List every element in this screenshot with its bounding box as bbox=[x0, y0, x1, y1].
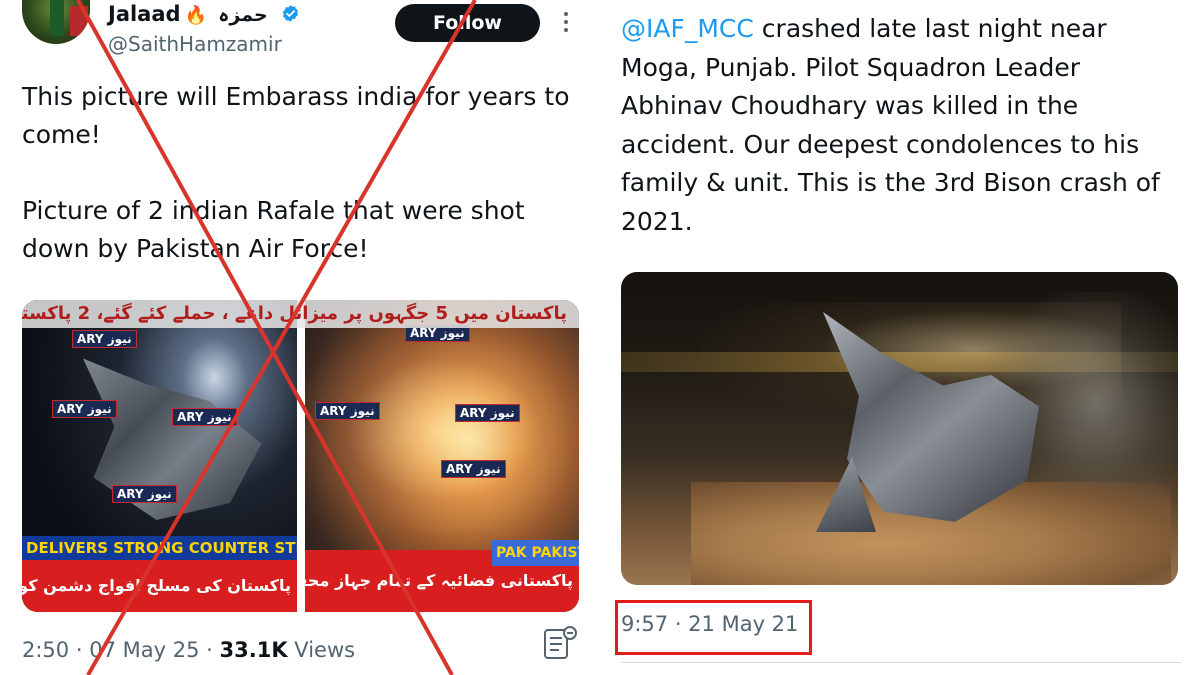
tweet-text: @IAF_MCC crashed late last night near Mo… bbox=[621, 10, 1181, 241]
tweet-paragraph-2: Picture of 2 indian Rafale that were sho… bbox=[22, 196, 525, 263]
channel-logo: ARY نیوز bbox=[112, 485, 177, 503]
tweet-media-crash-photo[interactable] bbox=[621, 272, 1178, 585]
left-tweet-panel: Jalaad 🔥 حمزہ @SaithHamzamir Follow This … bbox=[0, 0, 600, 675]
fire-glow bbox=[305, 330, 579, 530]
channel-logo: ARY نیوز bbox=[172, 408, 237, 426]
fire-emoji: 🔥 bbox=[184, 5, 207, 26]
meta-separator: · bbox=[75, 638, 83, 662]
author-name[interactable]: Jalaad 🔥 حمزہ bbox=[108, 2, 300, 26]
channel-logo: ARY نیوز bbox=[52, 400, 117, 418]
bookmark-icon[interactable] bbox=[541, 624, 581, 664]
tweet-time[interactable]: 2:50 bbox=[22, 638, 69, 662]
tweet-media-left[interactable]: ARY نیوز ARY نیوز ARY نیوز ARY نیوز ARY … bbox=[22, 300, 579, 612]
tweet-text: This picture will Embarass india for yea… bbox=[22, 78, 592, 306]
divider bbox=[621, 662, 1181, 663]
channel-logo: ARY نیوز bbox=[441, 460, 506, 478]
mention-link[interactable]: @IAF_MCC bbox=[621, 14, 754, 43]
channel-logo: ARY نیوز bbox=[72, 330, 137, 348]
author-name-text: Jalaad bbox=[108, 2, 181, 26]
author-name-urdu: حمزہ bbox=[218, 4, 268, 26]
channel-logo: ARY نیوز bbox=[455, 404, 520, 422]
tweet-timestamp[interactable]: 9:57 · 21 May 21 bbox=[621, 612, 798, 636]
avatar-figure bbox=[50, 0, 64, 36]
views-label: Views bbox=[294, 638, 356, 662]
tweet-paragraph-1: This picture will Embarass india for yea… bbox=[22, 82, 570, 149]
author-handle[interactable]: @SaithHamzamir bbox=[108, 32, 282, 56]
channel-logo: ARY نیوز bbox=[315, 402, 380, 420]
tweet-body: crashed late last night near Moga, Punja… bbox=[621, 14, 1160, 236]
tweet-date[interactable]: 07 May 25 bbox=[89, 638, 199, 662]
meta-separator: · bbox=[206, 638, 213, 662]
verified-badge-icon bbox=[282, 5, 299, 22]
follow-button[interactable]: Follow bbox=[395, 4, 540, 42]
more-dots-icon[interactable] bbox=[560, 12, 572, 36]
avatar-red-stripe bbox=[70, 6, 88, 36]
urdu-headline-banner: پاکستان میں 5 جگہوں پر میزائل داغے ، حمل… bbox=[22, 300, 579, 328]
english-ticker: DELIVERS STRONG COUNTER STRIKE bbox=[22, 536, 297, 560]
avatar[interactable] bbox=[22, 0, 90, 44]
urdu-ticker-left: پاکستان کی مسلح افواج دشمن کو بھرپور جوا… bbox=[22, 560, 297, 612]
pakistan-tag: PAK PAKISTA bbox=[492, 540, 579, 566]
right-tweet-panel: @IAF_MCC crashed late last night near Mo… bbox=[606, 0, 1200, 675]
views-count: 33.1K bbox=[219, 638, 288, 662]
media-gap bbox=[297, 300, 305, 612]
tweet-meta: 2:50 · 07 May 25 · 33.1K Views bbox=[22, 638, 355, 662]
